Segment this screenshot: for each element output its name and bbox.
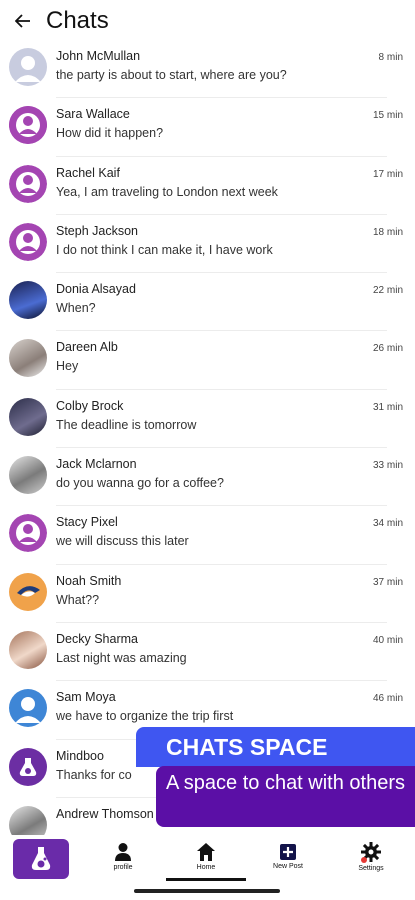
nav-label: profile [113, 864, 133, 871]
message-time: 18 min [372, 226, 403, 238]
potion-icon [31, 847, 51, 870]
chat-row-stacy-pixel[interactable]: Stacy Pixel we will discuss this later 3… [0, 506, 415, 565]
avatar [9, 48, 47, 86]
nav-settings[interactable]: Settings [350, 835, 392, 885]
avatar [9, 281, 47, 320]
message-preview: the party is about to start, where are y… [56, 68, 287, 82]
nav-new-post[interactable]: New Post [266, 835, 310, 885]
contact-name: Jack Mclarnon [56, 457, 137, 472]
message-time: 33 min [372, 460, 403, 472]
avatar [9, 222, 47, 261]
message-time: 15 min [372, 110, 403, 122]
contact-name: John McMullan [56, 49, 141, 63]
contact-name: Stacy Pixel [56, 515, 118, 530]
contact-name: Decky Sharma [56, 631, 138, 646]
message-time: 40 min [372, 634, 403, 646]
home-icon [197, 843, 215, 861]
chat-row-jack-mclarnon[interactable]: Jack Mclarnon do you wanna go for a coff… [0, 448, 415, 507]
message-time: 17 min [372, 168, 403, 180]
chat-row-colby-brock[interactable]: Colby Brock The deadline is tomorrow 31 … [0, 390, 415, 449]
message-time: 46 min [372, 693, 403, 705]
avatar [9, 339, 47, 378]
nav-label: Settings [358, 865, 384, 872]
banner-headline: CHATS SPACE [136, 727, 415, 767]
message-preview: When? [56, 301, 96, 316]
avatar [9, 747, 47, 786]
bottom-navigation: profile Home New Post Settings [0, 835, 415, 900]
avatar [9, 164, 47, 203]
chat-row-donia-alsayad[interactable]: Donia Alsayad When? 22 min [0, 273, 415, 332]
contact-name: Steph Jackson [56, 223, 138, 238]
nav-profile[interactable]: profile [104, 835, 142, 885]
avatar [9, 805, 47, 835]
app-header: Chats [0, 0, 415, 42]
notification-dot [361, 857, 367, 863]
avatar [9, 572, 47, 611]
avatar [9, 689, 47, 728]
active-tab-indicator [166, 878, 246, 881]
message-preview: Yea, I am traveling to London next week [56, 184, 278, 199]
message-preview: I do not think I can make it, I have wor… [56, 242, 273, 257]
message-time: 37 min [372, 576, 403, 588]
message-preview: we will discuss this later [56, 534, 189, 549]
arrow-left-icon [15, 14, 30, 28]
message-preview: Thanks for co [56, 767, 132, 782]
gesture-bar [134, 889, 280, 893]
contact-name: Dareen Alb [56, 340, 118, 355]
contact-name: Donia Alsayad [56, 282, 136, 297]
person-icon [115, 843, 131, 861]
contact-name: Mindboo [56, 748, 104, 763]
chat-row-steph-jackson[interactable]: Steph Jackson I do not think I can make … [0, 215, 415, 274]
message-time: 31 min [372, 401, 403, 413]
contact-name: Rachel Kaif [56, 165, 120, 180]
message-preview: do you wanna go for a coffee? [56, 476, 224, 491]
avatar [9, 630, 47, 669]
nav-label: Home [196, 864, 216, 871]
avatar [9, 456, 47, 495]
back-button[interactable] [0, 0, 46, 42]
contact-name: Sara Wallace [56, 107, 130, 122]
contact-name: Sam Moya [56, 690, 116, 705]
message-preview: Hey [56, 359, 79, 374]
chat-row-dareen-alb[interactable]: Dareen Alb Hey 26 min [0, 331, 415, 390]
promo-banner: CHATS SPACE A space to chat with others [136, 727, 415, 829]
contact-name: Noah Smith [56, 573, 122, 588]
avatar [9, 397, 47, 436]
message-preview: What?? [56, 592, 100, 607]
chat-list[interactable]: John McMullan the party is about to star… [0, 40, 415, 835]
message-time: 22 min [372, 285, 403, 297]
message-time: 34 min [372, 518, 403, 530]
nav-label: New Post [273, 863, 303, 870]
chat-row-rachel-kaif[interactable]: Rachel Kaif Yea, I am traveling to Londo… [0, 157, 415, 215]
gear-icon [361, 842, 381, 863]
chat-row-decky-sharma[interactable]: Decky Sharma Last night was amazing 40 m… [0, 623, 415, 682]
message-preview: Last night was amazing [56, 650, 187, 665]
message-time: 26 min [372, 343, 403, 355]
chat-row-john-mcmullan[interactable]: John McMullan the party is about to star… [0, 40, 415, 99]
page-title: Chats [46, 7, 109, 34]
app-logo-button[interactable] [13, 839, 69, 879]
banner-subline: A space to chat with others [156, 766, 415, 827]
add-box-icon [280, 844, 296, 860]
chat-row-sara-wallace[interactable]: Sara Wallace How did it happen? 15 min [0, 98, 415, 157]
contact-name: Colby Brock [56, 398, 124, 413]
message-preview: we have to organize the trip first [56, 709, 234, 724]
chat-row-noah-smith[interactable]: Noah Smith What?? 37 min [0, 565, 415, 623]
potion-icon [19, 757, 37, 776]
message-preview: How did it happen? [56, 126, 164, 141]
avatar [9, 106, 47, 145]
message-time: 8 min [378, 52, 403, 63]
message-preview: The deadline is tomorrow [56, 417, 197, 432]
avatar [9, 514, 47, 553]
